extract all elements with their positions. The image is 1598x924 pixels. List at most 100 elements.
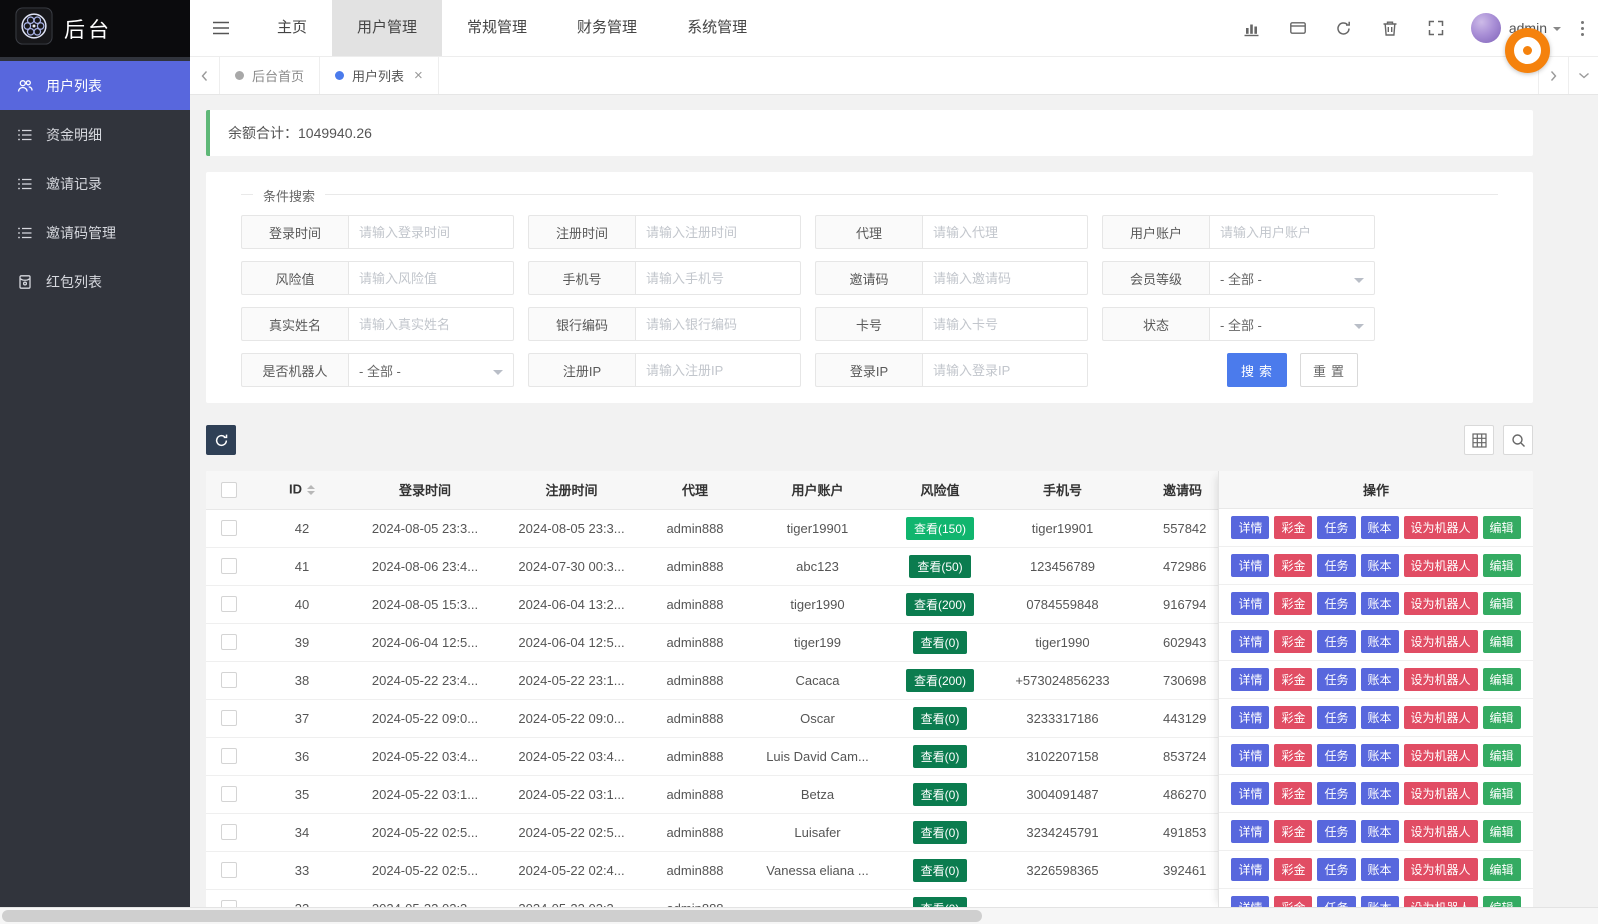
tab-menu-icon[interactable] [1568,57,1598,94]
ledger-button[interactable]: 账本 [1361,896,1399,907]
edit-button[interactable]: 编辑 [1483,896,1521,907]
bonus-button[interactable]: 彩金 [1274,706,1312,729]
bonus-button[interactable]: 彩金 [1274,592,1312,615]
search-field-input[interactable] [635,261,801,295]
task-button[interactable]: 任务 [1317,668,1355,691]
row-checkbox[interactable] [221,862,237,878]
task-button[interactable]: 任务 [1317,516,1355,539]
detail-button[interactable]: 详情 [1231,516,1269,539]
search-field-select[interactable]: - 全部 - [348,353,514,387]
edit-button[interactable]: 编辑 [1483,592,1521,615]
bonus-button[interactable]: 彩金 [1274,668,1312,691]
nav-item-3[interactable]: 财务管理 [552,0,662,56]
row-checkbox[interactable] [221,786,237,802]
ledger-button[interactable]: 账本 [1361,782,1399,805]
set-robot-button[interactable]: 设为机器人 [1404,592,1478,615]
fullscreen-icon[interactable] [1413,0,1459,56]
detail-button[interactable]: 详情 [1231,668,1269,691]
more-options-icon[interactable] [1571,21,1598,36]
task-button[interactable]: 任务 [1317,630,1355,653]
edit-button[interactable]: 编辑 [1483,706,1521,729]
task-button[interactable]: 任务 [1317,592,1355,615]
ledger-button[interactable]: 账本 [1361,706,1399,729]
detail-button[interactable]: 详情 [1231,744,1269,767]
ledger-button[interactable]: 账本 [1361,668,1399,691]
sidebar-item-4[interactable]: 红包列表 [0,257,190,306]
set-robot-button[interactable]: 设为机器人 [1404,858,1478,881]
refresh-table-button[interactable] [206,425,236,455]
bonus-button[interactable]: 彩金 [1274,554,1312,577]
ledger-button[interactable]: 账本 [1361,554,1399,577]
edit-button[interactable]: 编辑 [1483,744,1521,767]
search-button[interactable]: 搜索 [1227,353,1287,387]
set-robot-button[interactable]: 设为机器人 [1404,744,1478,767]
risk-view-button[interactable]: 查看(0) [913,783,968,806]
row-checkbox[interactable] [221,520,237,536]
chart-icon[interactable] [1229,0,1275,56]
bonus-button[interactable]: 彩金 [1274,858,1312,881]
risk-view-button[interactable]: 查看(0) [913,631,968,654]
bonus-button[interactable]: 彩金 [1274,820,1312,843]
refresh-icon[interactable] [1321,0,1367,56]
avatar[interactable] [1471,13,1501,43]
search-field-input[interactable] [635,353,801,387]
risk-view-button[interactable]: 查看(50) [909,555,970,578]
row-checkbox[interactable] [221,710,237,726]
risk-view-button[interactable]: 查看(0) [913,821,968,844]
edit-button[interactable]: 编辑 [1483,820,1521,843]
edit-button[interactable]: 编辑 [1483,782,1521,805]
ledger-button[interactable]: 账本 [1361,820,1399,843]
nav-item-1[interactable]: 用户管理 [332,0,442,56]
menu-toggle-icon[interactable] [190,0,252,56]
risk-view-button[interactable]: 查看(0) [913,707,968,730]
horizontal-scrollbar[interactable] [0,907,1598,924]
risk-view-button[interactable]: 查看(0) [913,897,968,908]
bonus-button[interactable]: 彩金 [1274,516,1312,539]
task-button[interactable]: 任务 [1317,706,1355,729]
row-checkbox[interactable] [221,558,237,574]
ledger-button[interactable]: 账本 [1361,630,1399,653]
task-button[interactable]: 任务 [1317,858,1355,881]
task-button[interactable]: 任务 [1317,782,1355,805]
task-button[interactable]: 任务 [1317,820,1355,843]
risk-view-button[interactable]: 查看(0) [913,859,968,882]
scrollbar-thumb[interactable] [2,910,982,922]
risk-view-button[interactable]: 查看(0) [913,745,968,768]
select-all-checkbox[interactable] [221,482,237,498]
set-robot-button[interactable]: 设为机器人 [1404,782,1478,805]
search-field-input[interactable] [348,261,514,295]
bonus-button[interactable]: 彩金 [1274,896,1312,907]
nav-item-0[interactable]: 主页 [252,0,332,56]
floating-service-icon[interactable] [1505,28,1550,73]
nav-item-4[interactable]: 系统管理 [662,0,772,56]
row-checkbox[interactable] [221,634,237,650]
trash-icon[interactable] [1367,0,1413,56]
columns-button[interactable] [1464,425,1494,455]
detail-button[interactable]: 详情 [1231,592,1269,615]
sidebar-item-0[interactable]: 用户列表 [0,61,190,110]
row-checkbox[interactable] [221,672,237,688]
tab-close-icon[interactable]: × [414,68,423,83]
search-field-input[interactable] [635,307,801,341]
detail-button[interactable]: 详情 [1231,630,1269,653]
column-search-button[interactable] [1503,425,1533,455]
row-checkbox[interactable] [221,824,237,840]
sidebar-item-3[interactable]: 邀请码管理 [0,208,190,257]
set-robot-button[interactable]: 设为机器人 [1404,554,1478,577]
set-robot-button[interactable]: 设为机器人 [1404,668,1478,691]
ledger-button[interactable]: 账本 [1361,516,1399,539]
nav-item-2[interactable]: 常规管理 [442,0,552,56]
detail-button[interactable]: 详情 [1231,782,1269,805]
risk-view-button[interactable]: 查看(200) [906,669,974,692]
detail-button[interactable]: 详情 [1231,896,1269,907]
bonus-button[interactable]: 彩金 [1274,782,1312,805]
search-field-input[interactable] [922,307,1088,341]
set-robot-button[interactable]: 设为机器人 [1404,630,1478,653]
risk-view-button[interactable]: 查看(200) [906,593,974,616]
set-robot-button[interactable]: 设为机器人 [1404,706,1478,729]
ledger-button[interactable]: 账本 [1361,744,1399,767]
risk-view-button[interactable]: 查看(150) [906,517,974,540]
task-button[interactable]: 任务 [1317,554,1355,577]
search-field-input[interactable] [922,353,1088,387]
user-dropdown-caret-icon[interactable] [1553,27,1561,35]
